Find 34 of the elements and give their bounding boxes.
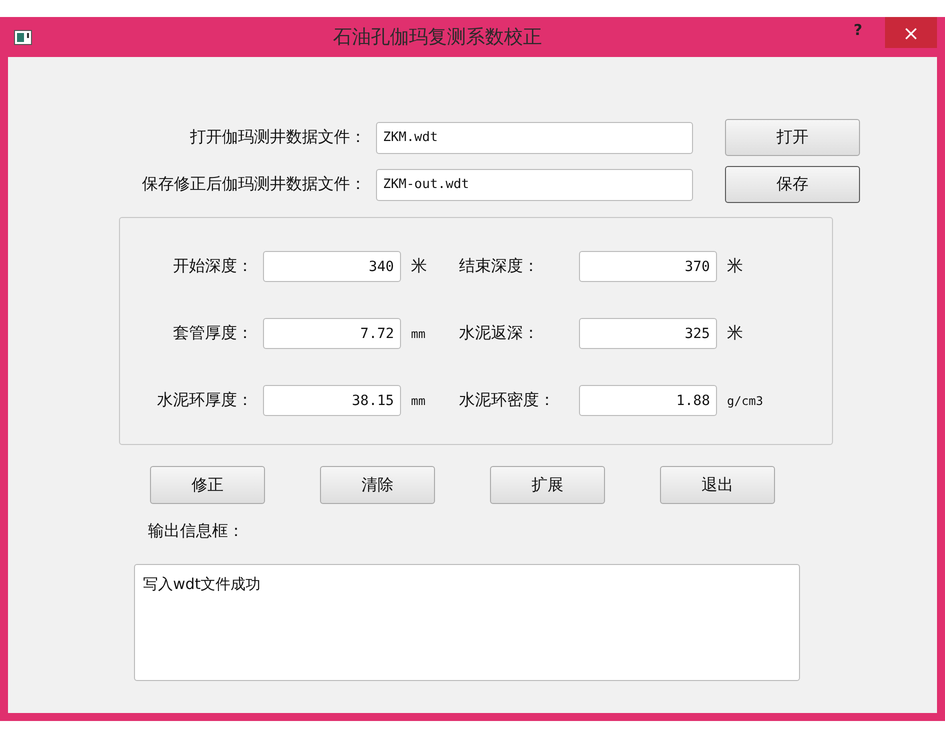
unit-label: g/cm3 bbox=[726, 394, 764, 408]
parameter-label: 水泥环密度： bbox=[459, 390, 556, 411]
parameter-label: 水泥环厚度： bbox=[156, 390, 254, 411]
action-button[interactable]: 修正 bbox=[150, 466, 265, 504]
app-icon bbox=[14, 30, 32, 44]
file-label: 保存修正后伽玛测井数据文件： bbox=[141, 174, 367, 195]
parameter-field[interactable]: 7.72 bbox=[263, 318, 401, 349]
parameter-field[interactable]: 370 bbox=[579, 251, 717, 282]
action-button[interactable]: 扩展 bbox=[490, 466, 605, 504]
unit-label: 米 bbox=[726, 256, 744, 277]
unit-label: 米 bbox=[726, 323, 744, 344]
file-label: 打开伽玛测井数据文件： bbox=[189, 127, 367, 148]
file-button[interactable]: 打开 bbox=[725, 119, 860, 156]
parameter-label: 套管厚度： bbox=[172, 323, 254, 344]
parameter-field[interactable]: 340 bbox=[263, 251, 401, 282]
file-button[interactable]: 保存 bbox=[725, 166, 860, 203]
parameter-label: 水泥返深： bbox=[459, 323, 540, 344]
parameter-field[interactable]: 1.88 bbox=[579, 385, 717, 416]
unit-label: mm bbox=[410, 326, 426, 340]
window-title: 石油孔伽玛复测系数校正 bbox=[332, 25, 543, 50]
close-button[interactable]: × bbox=[885, 17, 937, 48]
output-text-box[interactable]: 写入wdt文件成功 bbox=[134, 564, 800, 681]
parameter-label: 开始深度： bbox=[172, 256, 254, 277]
output-label: 输出信息框： bbox=[148, 521, 245, 542]
parameter-field[interactable]: 325 bbox=[579, 318, 717, 349]
action-button[interactable]: 清除 bbox=[320, 466, 435, 504]
parameter-field[interactable]: 38.15 bbox=[263, 385, 401, 416]
help-button[interactable]: ? bbox=[843, 21, 873, 39]
file-path-field[interactable]: ZKM-out.wdt bbox=[376, 168, 693, 200]
file-path-field[interactable]: ZKM.wdt bbox=[376, 122, 693, 154]
action-button[interactable]: 退出 bbox=[660, 466, 775, 504]
unit-label: 米 bbox=[410, 256, 428, 277]
parameter-label: 结束深度： bbox=[459, 256, 540, 277]
unit-label: mm bbox=[410, 394, 426, 408]
